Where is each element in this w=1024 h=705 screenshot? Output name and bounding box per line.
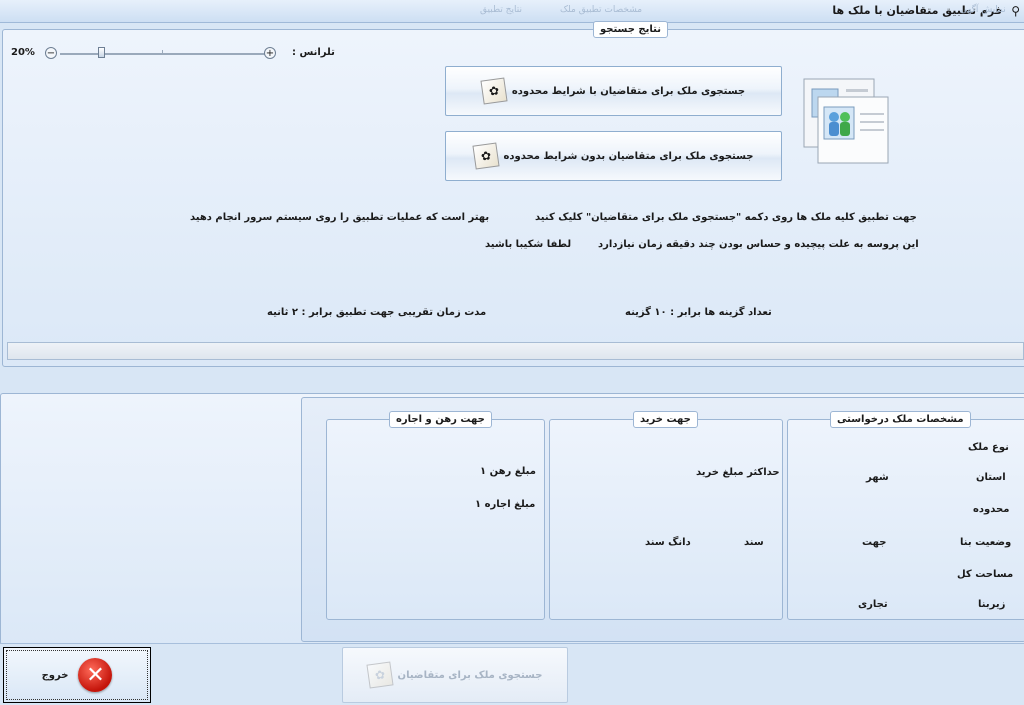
tolerance-value: 20% xyxy=(11,47,35,58)
exit-label: خروج xyxy=(41,669,69,681)
deed-share-label: دانگ سند xyxy=(645,537,691,548)
info-text-2b: لطفا شکیبا باشید xyxy=(485,239,572,250)
rent-group xyxy=(326,419,545,620)
tolerance-slider-thumb[interactable] xyxy=(98,47,105,58)
area-label: محدوده xyxy=(973,504,1010,515)
max-price-label: حداکثر مبلغ خرید xyxy=(696,467,780,478)
search-without-area-label: جستجوی ملک برای متقاضیان بدون شرایط محدو… xyxy=(503,150,754,162)
direction-label: جهت xyxy=(862,537,887,548)
info-text-1a: جهت تطبیق کلیه ملک ها روی دکمه "جستجوی م… xyxy=(535,212,917,223)
image-icon: ✿ xyxy=(365,661,394,689)
search-icon: ⚲ xyxy=(1011,4,1020,18)
commercial-label: تجاری xyxy=(858,599,888,610)
faded-tab-1[interactable]: نتایج تطبیق xyxy=(480,5,522,15)
rent-label: مبلغ اجاره ۱ xyxy=(475,499,536,510)
faded-tab-3[interactable]: نمایش آگهی xyxy=(960,5,1006,15)
building-status-label: وضعیت بنا xyxy=(960,537,1012,548)
documents-users-icon xyxy=(803,78,889,164)
deed-label: سند xyxy=(744,537,764,548)
property-legend: مشخصات ملک درخواستی xyxy=(830,411,971,428)
search-without-area-button[interactable]: ✿ جستجوی ملک برای متقاضیان بدون شرایط مح… xyxy=(445,131,782,181)
purchase-group xyxy=(549,419,783,620)
search-results-legend: نتایج جستجو xyxy=(593,21,668,38)
province-label: استان xyxy=(976,472,1006,483)
tolerance-increase-button[interactable]: + xyxy=(264,47,276,59)
purchase-legend: جهت خرید xyxy=(633,411,698,428)
info-text-2a: این پروسه به علت پیچیده و حساس بودن چند … xyxy=(598,239,919,250)
info-text-1b: بهتر است که عملیات تطبیق را روی سیستم سر… xyxy=(190,212,490,223)
tolerance-label: تلرانس : xyxy=(292,47,335,58)
close-icon: ✕ xyxy=(78,658,113,692)
search-with-area-button[interactable]: ✿ جستجوی ملک برای متقاضیان با شرایط محدو… xyxy=(445,66,782,116)
rent-legend: جهت رهن و اجاره xyxy=(389,411,492,428)
search-button-disabled[interactable]: ✿ جستجوی ملک برای متقاضیان xyxy=(342,647,568,703)
faded-tab-2[interactable]: مشخصات تطبیق ملک xyxy=(560,5,642,15)
image-icon: ✿ xyxy=(471,142,500,170)
property-type-label: نوع ملک xyxy=(968,442,1009,453)
progress-bar xyxy=(7,342,1024,360)
slider-center-tick xyxy=(162,50,163,54)
city-label: شهر xyxy=(866,472,889,483)
count-text: تعداد گزینه ها برابر : ۱۰ گزینه xyxy=(625,307,772,318)
search-button-label: جستجوی ملک برای متقاضیان xyxy=(397,669,543,681)
title-bar: ⚲ فرم تطبیق متقاضیان با ملک ها نتایج تطب… xyxy=(0,0,1024,23)
time-text: مدت زمان تقریبی جهت تطبیق برابر : ۲ ثانی… xyxy=(267,307,487,318)
total-area-label: مساحت کل xyxy=(957,569,1014,580)
deposit-label: مبلغ رهن ۱ xyxy=(480,466,536,477)
exit-button[interactable]: ✕ خروج xyxy=(3,647,151,703)
floor-area-label: زیربنا xyxy=(978,599,1006,610)
tolerance-decrease-button[interactable]: − xyxy=(45,47,57,59)
search-with-area-label: جستجوی ملک برای متقاضیان با شرایط محدوده xyxy=(511,85,746,97)
image-icon: ✿ xyxy=(480,77,508,105)
